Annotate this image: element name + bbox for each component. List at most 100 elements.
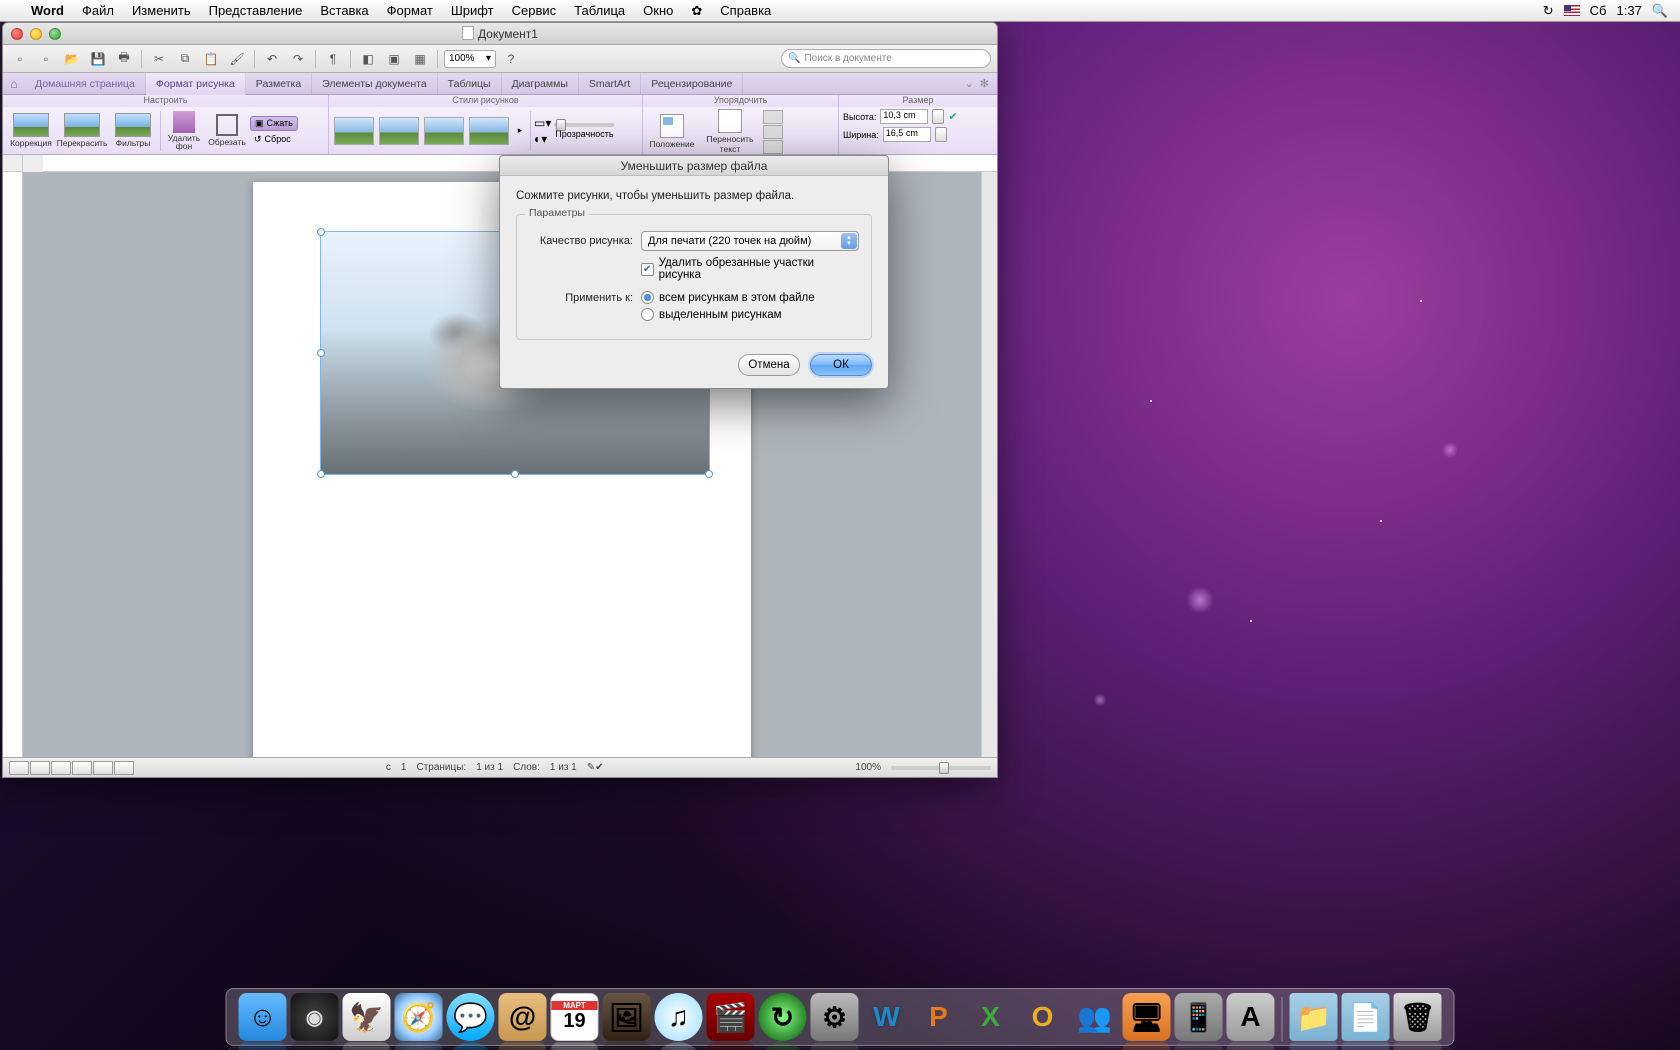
dock-messenger[interactable]: 👥: [1071, 993, 1119, 1041]
border-button[interactable]: ▭▾: [534, 116, 551, 130]
dock-appstore[interactable]: A: [1227, 993, 1275, 1041]
menu-font[interactable]: Шрифт: [442, 3, 503, 18]
tab-review[interactable]: Рецензирование: [641, 73, 743, 95]
dock-finder[interactable]: ☺: [239, 993, 287, 1041]
ribbon-gear-icon[interactable]: ✻: [980, 77, 989, 90]
format-painter-icon[interactable]: 🖌: [226, 49, 248, 69]
gallery-icon[interactable]: ▦: [409, 49, 431, 69]
menu-insert[interactable]: Вставка: [311, 3, 377, 18]
ok-button[interactable]: ОК: [810, 354, 872, 376]
resize-handle-bl[interactable]: [317, 470, 325, 478]
zoom-combo[interactable]: 100%▾: [444, 50, 496, 68]
position-button[interactable]: Положение: [647, 114, 697, 149]
copy-icon[interactable]: ⧉: [174, 49, 196, 69]
view-draft-button[interactable]: [9, 761, 29, 775]
timemachine-menulet-icon[interactable]: ↻: [1543, 3, 1554, 19]
compress-button[interactable]: ▣Сжать: [250, 116, 298, 131]
vertical-ruler[interactable]: [3, 172, 23, 757]
view-notebook-button[interactable]: [93, 761, 113, 775]
dock-safari[interactable]: 🧭: [395, 993, 443, 1041]
open-icon[interactable]: 📂: [61, 49, 83, 69]
sidebar-icon[interactable]: ◧: [357, 49, 379, 69]
dock-remote-desktop[interactable]: 🖥: [1123, 993, 1171, 1041]
ribbon-collapse-icon[interactable]: ⌄: [965, 77, 974, 90]
redo-icon[interactable]: ↷: [287, 49, 309, 69]
resize-handle-br[interactable]: [705, 470, 713, 478]
height-input[interactable]: 10,3 cm: [880, 109, 928, 124]
lock-aspect-icon[interactable]: ✔: [948, 110, 957, 123]
view-publishing-button[interactable]: [51, 761, 71, 775]
dock-ical[interactable]: МАРТ19: [551, 993, 599, 1041]
zoom-value[interactable]: 100%: [855, 762, 881, 773]
menu-view[interactable]: Представление: [200, 3, 312, 18]
cut-icon[interactable]: ✂: [148, 49, 170, 69]
menu-tools[interactable]: Сервис: [503, 3, 566, 18]
menu-file[interactable]: Файл: [73, 3, 123, 18]
clock-time[interactable]: 1:37: [1617, 3, 1642, 18]
new-doc-icon[interactable]: ▫: [9, 49, 31, 69]
spellcheck-icon[interactable]: ✎✔: [587, 762, 604, 773]
search-field[interactable]: 🔍Поиск в документе: [781, 49, 991, 68]
styles-more-icon[interactable]: ▸: [513, 125, 527, 136]
remove-bg-button[interactable]: Удалить фон: [164, 111, 204, 150]
delete-cropped-checkbox[interactable]: ✔ Удалить обрезанные участки рисунка: [641, 257, 859, 281]
menu-help[interactable]: Справка: [711, 3, 780, 18]
height-stepper[interactable]: [932, 109, 944, 124]
app-menu[interactable]: Word: [22, 3, 73, 18]
wrap-text-button[interactable]: Переносить текст: [700, 109, 760, 154]
dock-dashboard[interactable]: ◉: [291, 993, 339, 1041]
menu-table[interactable]: Таблица: [565, 3, 634, 18]
dock-communicator[interactable]: 📱: [1175, 993, 1223, 1041]
rotate-button[interactable]: [763, 140, 783, 154]
dock-preferences[interactable]: ⚙: [811, 993, 859, 1041]
input-source-icon[interactable]: [1564, 5, 1580, 16]
picture-style-1[interactable]: [334, 117, 374, 145]
tab-picture-format[interactable]: Формат рисунка: [146, 73, 246, 95]
dock-trash[interactable]: 🗑: [1394, 993, 1442, 1041]
menu-edit[interactable]: Изменить: [123, 3, 200, 18]
resize-handle-b[interactable]: [511, 470, 519, 478]
help-icon[interactable]: ?: [500, 49, 522, 69]
picture-style-3[interactable]: [424, 117, 464, 145]
dock-mail[interactable]: 🦅: [343, 993, 391, 1041]
view-outline-button[interactable]: [30, 761, 50, 775]
view-fullscreen-button[interactable]: [114, 761, 134, 775]
tab-smartart[interactable]: SmartArt: [579, 73, 641, 95]
dock-outlook[interactable]: O: [1019, 993, 1067, 1041]
dock-ichat[interactable]: 💬: [447, 993, 495, 1041]
recolor-button[interactable]: Перекрасить: [58, 113, 106, 148]
tab-charts[interactable]: Диаграммы: [502, 73, 579, 95]
new-from-template-icon[interactable]: ▫: [35, 49, 57, 69]
spotlight-icon[interactable]: 🔍: [1652, 3, 1668, 19]
crop-button[interactable]: Обрезать: [207, 114, 247, 147]
quality-combo[interactable]: Для печати (220 точек на дюйм) ▲▼: [641, 231, 859, 251]
dock-powerpoint[interactable]: P: [915, 993, 963, 1041]
menu-format[interactable]: Формат: [378, 3, 442, 18]
tab-doc-elements[interactable]: Элементы документа: [312, 73, 438, 95]
menu-window[interactable]: Окно: [634, 3, 682, 18]
align-button[interactable]: [763, 125, 783, 139]
dock-iphoto[interactable]: 🖼: [603, 993, 651, 1041]
dock-itunes[interactable]: ♫: [655, 993, 703, 1041]
picture-style-4[interactable]: [469, 117, 509, 145]
apply-selected-radio[interactable]: выделенным рисункам: [641, 308, 815, 321]
show-marks-icon[interactable]: ¶: [322, 49, 344, 69]
dock-word[interactable]: W: [863, 993, 911, 1041]
paste-icon[interactable]: 📋: [200, 49, 222, 69]
tab-layout[interactable]: Разметка: [246, 73, 312, 95]
clock-weekday[interactable]: Сб: [1590, 3, 1607, 18]
toolbox-icon[interactable]: ▣: [383, 49, 405, 69]
resize-handle-l[interactable]: [317, 349, 325, 357]
corrections-button[interactable]: Коррекция: [7, 113, 55, 148]
width-stepper[interactable]: [935, 127, 947, 142]
tab-home[interactable]: Домашняя страница: [25, 73, 146, 95]
save-icon[interactable]: 💾: [87, 49, 109, 69]
dock-excel[interactable]: X: [967, 993, 1015, 1041]
dock-addressbook[interactable]: @: [499, 993, 547, 1041]
reorder-button[interactable]: [763, 110, 783, 124]
filters-button[interactable]: Фильтры: [109, 113, 157, 148]
effects-button[interactable]: ◐▾: [534, 132, 551, 146]
dock-timemachine[interactable]: ↻: [759, 993, 807, 1041]
vertical-scrollbar[interactable]: [981, 172, 997, 757]
print-icon[interactable]: 🖶: [113, 49, 135, 69]
